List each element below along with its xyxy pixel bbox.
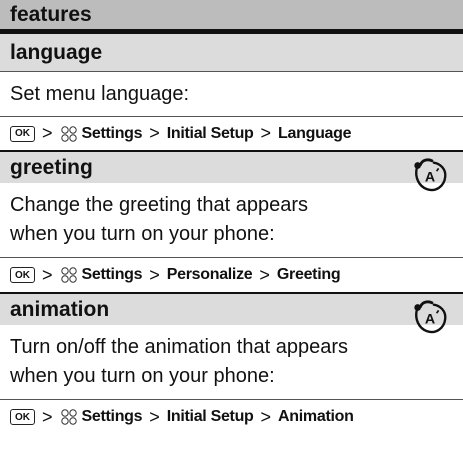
path-item-settings: Settings bbox=[81, 266, 143, 283]
svg-text:A: A bbox=[425, 170, 435, 186]
settings-icon bbox=[60, 267, 77, 283]
path-item-settings: Settings bbox=[81, 124, 143, 142]
feature-description: Set menu language: bbox=[0, 71, 463, 116]
table-header: features bbox=[0, 0, 463, 34]
feature-language: language Set menu language: OK > Setting… bbox=[0, 34, 463, 150]
feature-greeting: greeting A Change the greeting that appe… bbox=[0, 150, 463, 292]
path-item-settings: Settings bbox=[81, 408, 143, 425]
feature-title: animation bbox=[0, 292, 463, 325]
feature-description: Change the greeting that appears when yo… bbox=[0, 183, 463, 257]
description-line: when you turn on your phone: bbox=[10, 223, 275, 245]
path-separator: > bbox=[259, 264, 270, 285]
header-title: features bbox=[10, 2, 92, 26]
ok-key-icon: OK bbox=[10, 267, 35, 283]
description-text: Set menu language: bbox=[10, 82, 190, 105]
path-item-greeting: Greeting bbox=[276, 266, 341, 283]
feature-animation: animation A Turn on/off the animation th… bbox=[0, 292, 463, 434]
feature-title: greeting bbox=[0, 150, 463, 183]
path-separator: > bbox=[149, 406, 160, 427]
path-item-initial-setup: Initial Setup bbox=[166, 408, 254, 425]
path-item-personalize: Personalize bbox=[166, 266, 253, 283]
settings-icon bbox=[60, 409, 77, 425]
ok-key-icon: OK bbox=[10, 409, 35, 425]
feature-title: language bbox=[0, 34, 463, 71]
description-line: Change the greeting that appears bbox=[10, 194, 308, 216]
path-item-initial-setup: Initial Setup bbox=[166, 124, 254, 142]
settings-icon bbox=[60, 125, 77, 142]
network-dependent-icon: A bbox=[414, 300, 447, 334]
path-separator: > bbox=[149, 264, 160, 285]
menu-path: OK > Settings > Personalize > Greeting bbox=[0, 257, 463, 292]
ok-key-icon: OK bbox=[10, 125, 35, 142]
path-item-language: Language bbox=[278, 124, 352, 142]
feature-description: Turn on/off the animation that appears w… bbox=[0, 325, 463, 399]
path-separator: > bbox=[260, 123, 272, 143]
path-separator: > bbox=[42, 123, 53, 143]
network-dependent-icon: A bbox=[414, 158, 447, 192]
svg-text:A: A bbox=[425, 312, 435, 328]
description-line: Turn on/off the animation that appears bbox=[10, 336, 348, 358]
description-line: when you turn on your phone: bbox=[10, 365, 275, 387]
menu-path: OK > Settings > Initial Setup > Animatio… bbox=[0, 399, 463, 434]
features-table: features language Set menu language: OK … bbox=[0, 0, 463, 434]
path-separator: > bbox=[149, 123, 160, 143]
path-separator: > bbox=[260, 406, 272, 427]
menu-path: OK > Settings > Initial Setup > Language bbox=[0, 116, 463, 150]
path-item-animation: Animation bbox=[278, 408, 354, 425]
path-separator: > bbox=[42, 264, 53, 285]
path-separator: > bbox=[42, 406, 53, 427]
